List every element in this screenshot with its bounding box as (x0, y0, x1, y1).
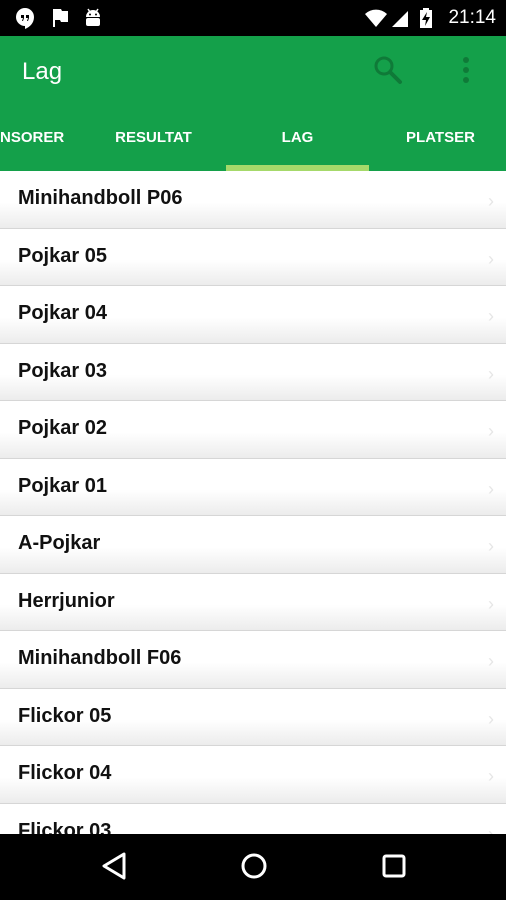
list-item-label: Minihandboll P06 (18, 187, 183, 209)
signal-icon (390, 7, 410, 34)
chevron-right-icon: › (488, 593, 494, 614)
flag-icon (50, 7, 70, 34)
list-item[interactable]: Flickor 05 › (0, 688, 506, 746)
tab-label: PLATSER (406, 129, 475, 146)
tab-lag[interactable]: LAG (226, 118, 369, 171)
list-item-label: Minihandboll F06 (18, 647, 182, 669)
list-item[interactable]: Pojkar 02 › (0, 401, 506, 459)
list-item[interactable]: A-Pojkar › (0, 516, 506, 574)
search-icon[interactable] (372, 54, 404, 91)
chevron-right-icon: › (488, 708, 494, 729)
list-item[interactable]: Herrjunior › (0, 573, 506, 631)
tab-platser[interactable]: PLATSER (369, 118, 506, 171)
chevron-right-icon: › (488, 823, 494, 835)
back-icon[interactable] (100, 851, 128, 886)
list-item[interactable]: Flickor 03 › (0, 803, 506, 835)
list-item-label: Flickor 03 (18, 819, 112, 835)
chevron-right-icon: › (488, 651, 494, 671)
list-item[interactable]: Pojkar 01 › (0, 458, 506, 516)
chevron-right-icon: › (488, 766, 494, 786)
battery-charging-icon (418, 7, 434, 34)
chevron-right-icon: › (488, 191, 494, 211)
list-item[interactable]: Pojkar 03 › (0, 343, 506, 401)
list-item-label: A-Pojkar (18, 532, 101, 554)
list-item[interactable]: Minihandboll P06 › (0, 171, 506, 229)
list-item-label: Pojkar 02 (18, 417, 107, 439)
list-item[interactable]: Pojkar 04 › (0, 286, 506, 344)
list-item-label: Herrjunior (18, 589, 115, 612)
list-item-label: Pojkar 05 (18, 244, 107, 267)
team-list[interactable]: Minihandboll P06 › Pojkar 05 › Pojkar 04 › … (0, 171, 506, 834)
list-item[interactable]: Flickor 04 › (0, 746, 506, 804)
list-item-label: Pojkar 04 (18, 302, 107, 324)
page-title: Lag (22, 58, 63, 85)
chevron-right-icon: › (488, 248, 494, 269)
overflow-menu-icon[interactable] (456, 54, 476, 91)
chevron-right-icon: › (488, 478, 494, 499)
tab-label: RESULTAT (115, 129, 192, 146)
wifi-icon (364, 7, 388, 34)
android-icon (82, 7, 104, 34)
list-item-label: Flickor 05 (18, 704, 112, 727)
chevron-right-icon: › (488, 421, 494, 441)
chevron-right-icon: › (488, 536, 494, 556)
tab-sponsorer[interactable]: NSORER (0, 118, 80, 171)
home-icon[interactable] (239, 851, 269, 886)
chevron-right-icon: › (488, 363, 494, 384)
tab-resultat[interactable]: RESULTAT (82, 118, 225, 171)
list-item-label: Pojkar 03 (18, 359, 107, 382)
list-item[interactable]: Minihandboll F06 › (0, 631, 506, 689)
status-bar: 21:14 (0, 0, 506, 36)
status-time: 21:14 (448, 7, 496, 28)
recents-icon[interactable] (380, 851, 408, 886)
list-item-label: Flickor 04 (18, 762, 112, 784)
list-item[interactable]: Pojkar 05 › (0, 228, 506, 286)
navigation-bar (0, 834, 506, 900)
chevron-right-icon: › (488, 306, 494, 326)
hangouts-icon (14, 7, 36, 34)
list-item-label: Pojkar 01 (18, 474, 107, 497)
tab-label: NSORER (0, 129, 65, 146)
app-bar: Lag NSORER RESULTAT LAG PLATSER (0, 36, 506, 171)
tab-label: LAG (281, 129, 314, 146)
